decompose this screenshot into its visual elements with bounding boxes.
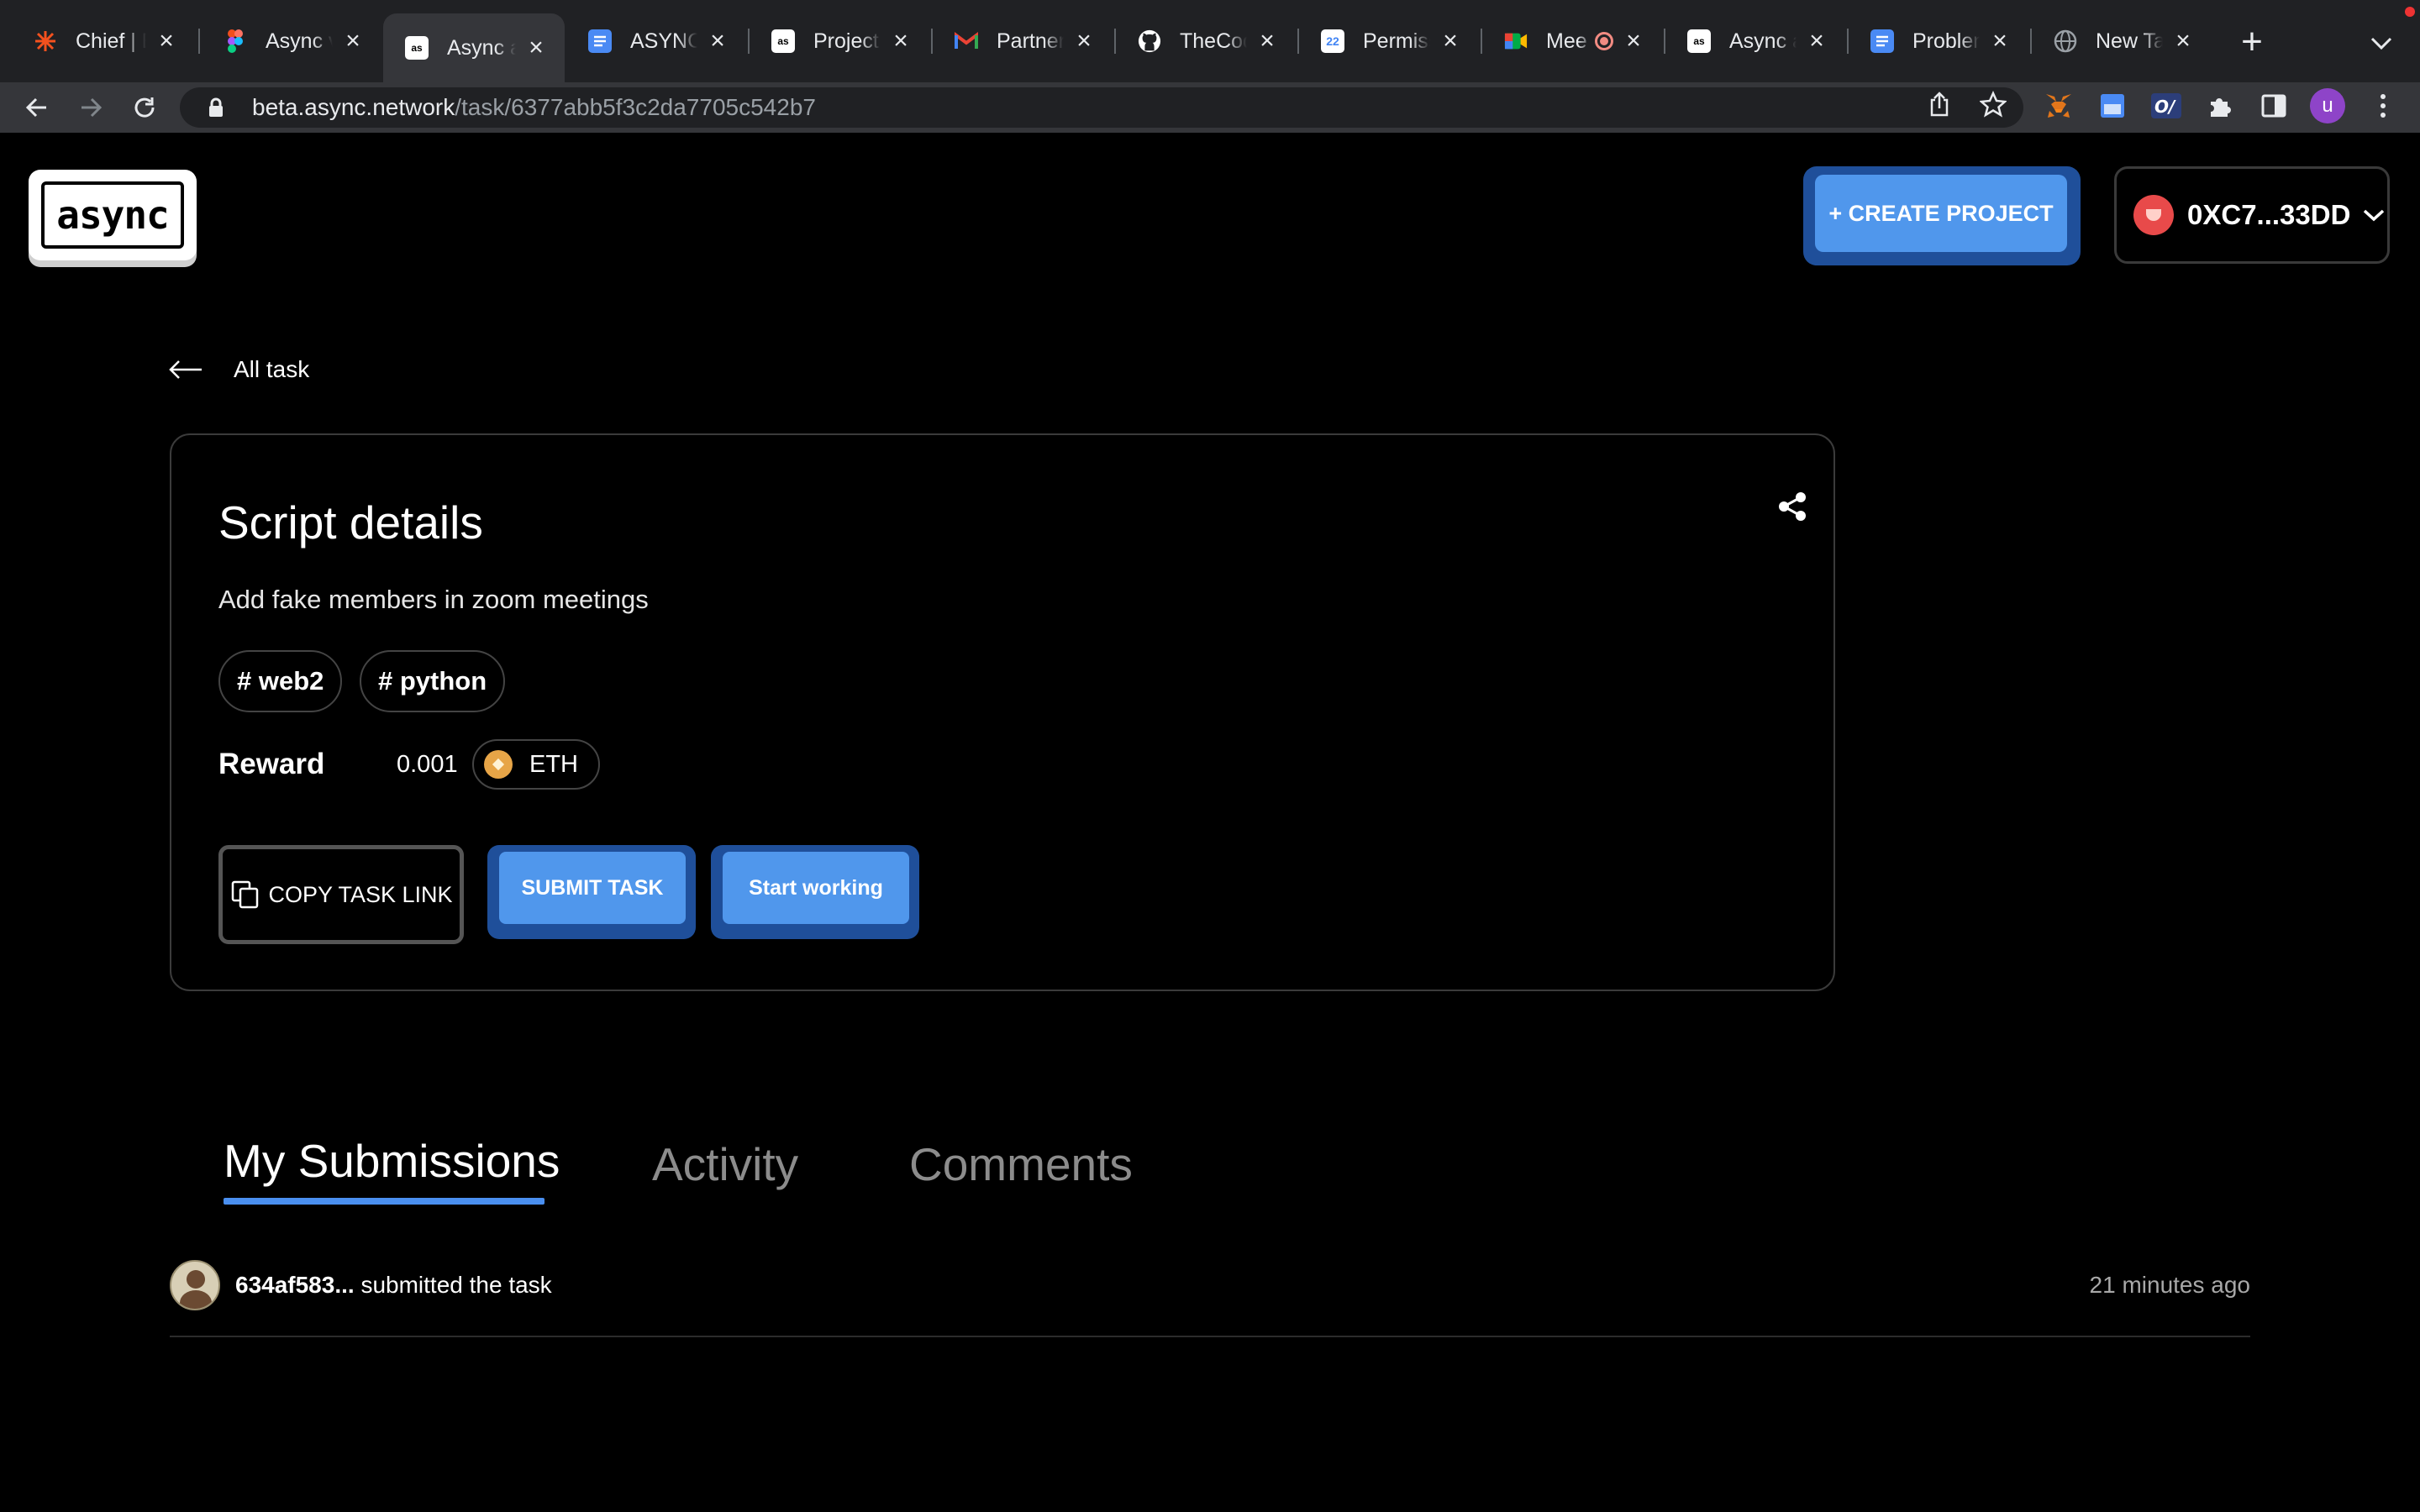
side-panel-icon[interactable] <box>2255 87 2292 124</box>
close-tab-icon[interactable]: × <box>704 27 731 55</box>
browser-tab[interactable]: Mee × <box>1482 12 1662 71</box>
extension-window-icon[interactable] <box>2094 87 2131 124</box>
recording-icon <box>1595 32 1613 50</box>
browser-tab[interactable]: TheCod × <box>1116 12 1296 71</box>
submit-task-button[interactable]: SUBMIT TASK <box>487 845 696 939</box>
token-badge: ETH <box>472 739 600 790</box>
browser-tab-active[interactable]: as Async a × <box>383 13 565 82</box>
browser-tab[interactable]: Problem × <box>1849 12 2028 71</box>
docs-icon <box>588 29 612 53</box>
submission-timestamp: 21 minutes ago <box>2089 1272 2250 1298</box>
close-tab-icon[interactable]: × <box>523 34 550 61</box>
start-working-button[interactable]: Start working <box>711 845 919 939</box>
back-arrow-icon[interactable] <box>13 82 60 133</box>
reward-value: 0.001 <box>397 751 458 778</box>
copy-icon <box>232 880 259 909</box>
notification-dot <box>2405 7 2415 17</box>
github-icon <box>1138 29 1161 53</box>
svg-text:O/: O/ <box>2154 97 2176 117</box>
extension-os-icon[interactable]: O/ <box>2148 87 2185 124</box>
forward-arrow-icon[interactable] <box>67 82 114 133</box>
logo-text: async <box>41 181 184 249</box>
task-title: Script details <box>218 496 483 549</box>
copy-task-link-button[interactable]: COPY TASK LINK <box>218 845 464 944</box>
figma-icon <box>224 29 247 53</box>
browser-tab[interactable]: as Async a × <box>1665 12 1845 71</box>
tab-separator <box>198 29 200 54</box>
browser-tab[interactable]: Async v × <box>202 12 381 71</box>
wallet-button[interactable]: 0XC7...33DD <box>2114 166 2390 264</box>
async-icon: as <box>1687 29 1711 53</box>
browser-tab[interactable]: 22 Permiss × <box>1299 12 1479 71</box>
meet-icon <box>1504 29 1528 53</box>
close-tab-icon[interactable]: × <box>1986 27 2013 55</box>
bookmark-star-icon[interactable] <box>1975 86 2012 123</box>
chevron-down-icon <box>2364 209 2385 222</box>
submission-text: 634af583... submitted the task <box>235 1272 552 1299</box>
close-tab-icon[interactable]: × <box>339 27 366 55</box>
puzzle-extensions-icon[interactable] <box>2202 87 2238 124</box>
close-tab-icon[interactable]: × <box>2170 27 2196 55</box>
reload-icon[interactable] <box>121 82 168 133</box>
profile-avatar[interactable]: u <box>2309 87 2346 124</box>
close-tab-icon[interactable]: × <box>1437 27 1464 55</box>
back-link-label: All task <box>234 356 310 382</box>
close-tab-icon[interactable]: × <box>153 27 180 55</box>
tag-python[interactable]: # python <box>360 650 506 712</box>
browser-tab-strip: Chief | E × Async v × as Async a × ASYNC… <box>0 0 2420 82</box>
active-tab-underline <box>224 1198 544 1205</box>
all-task-back-link[interactable]: All task <box>168 351 309 388</box>
close-tab-icon[interactable]: × <box>1803 27 1830 55</box>
browser-tab[interactable]: as Project × <box>750 12 929 71</box>
tab-search-chevron-icon[interactable] <box>2361 24 2402 64</box>
reward-label: Reward <box>218 748 325 780</box>
task-details-card: Script details Add fake members in zoom … <box>170 433 1835 991</box>
browser-tab[interactable]: Chief | E × <box>12 12 195 71</box>
gmail-icon <box>955 29 978 53</box>
wallet-avatar-icon <box>2133 195 2174 235</box>
browser-tab[interactable]: New Tab × <box>2032 12 2212 71</box>
docs-icon <box>1870 29 1894 53</box>
async-icon: as <box>405 36 429 60</box>
url-host: beta.async.network <box>252 94 455 120</box>
token-symbol: ETH <box>529 750 578 778</box>
lock-icon <box>209 97 223 117</box>
browser-tab[interactable]: Partners × <box>933 12 1113 71</box>
browser-menu-icon[interactable] <box>2365 87 2402 124</box>
close-tab-icon[interactable]: × <box>887 27 914 55</box>
calendar-icon: 22 <box>1321 29 1344 53</box>
wallet-address: 0XC7...33DD <box>2187 199 2351 230</box>
async-logo[interactable]: async <box>29 170 197 260</box>
submission-row[interactable]: 634af583... submitted the task 21 minute… <box>170 1257 2250 1337</box>
arrow-left-icon <box>169 360 202 379</box>
eth-token-icon <box>484 750 513 779</box>
copy-button-label: COPY TASK LINK <box>268 881 453 907</box>
share-page-icon[interactable] <box>1921 86 1958 123</box>
task-description: Add fake members in zoom meetings <box>218 585 649 614</box>
async-icon: as <box>771 29 795 53</box>
metamask-icon[interactable] <box>2040 87 2077 124</box>
address-bar[interactable]: beta.async.network/task/6377abb5f3c2da77… <box>180 87 2023 128</box>
new-tab-icon[interactable]: + <box>2232 21 2272 62</box>
tab-comments[interactable]: Comments <box>909 1137 1133 1191</box>
close-tab-icon[interactable]: × <box>1071 27 1097 55</box>
submission-action: submitted the task <box>360 1272 552 1298</box>
url-path: /task/6377abb5f3c2da7705c542b7 <box>455 94 816 120</box>
close-tab-icon[interactable]: × <box>1254 27 1281 55</box>
browser-tab[interactable]: ASYNC × <box>566 12 746 71</box>
user-avatar <box>170 1260 220 1310</box>
tab-activity[interactable]: Activity <box>652 1137 798 1191</box>
tag-web2[interactable]: # web2 <box>218 650 343 712</box>
close-tab-icon[interactable]: × <box>1620 27 1647 55</box>
tab-my-submissions[interactable]: My Submissions <box>224 1134 560 1188</box>
share-icon[interactable] <box>1776 491 1808 522</box>
submitter-id[interactable]: 634af583... <box>235 1272 355 1298</box>
create-project-button[interactable]: + CREATE PROJECT <box>1803 166 2081 265</box>
burst-icon <box>34 29 57 53</box>
globe-icon <box>2054 29 2077 53</box>
